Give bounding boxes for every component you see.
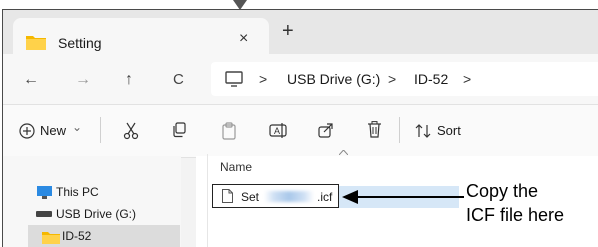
sort-ascending-icon xyxy=(339,150,348,155)
breadcrumb-separator: > xyxy=(463,71,472,87)
close-tab-icon[interactable]: × xyxy=(239,30,248,48)
svg-text:A: A xyxy=(274,126,280,136)
plus-circle-icon xyxy=(19,123,35,139)
up-button[interactable]: ↑ xyxy=(125,71,133,89)
copy-icon[interactable] xyxy=(171,122,187,138)
rename-icon[interactable]: A xyxy=(269,122,287,138)
back-button[interactable]: ← xyxy=(23,71,39,89)
folder-icon xyxy=(26,36,46,50)
sidebar-item-id-52[interactable]: ID-52 xyxy=(62,229,91,243)
chevron-down-icon: ⌄ xyxy=(72,120,83,134)
cut-icon[interactable] xyxy=(123,122,139,140)
sort-label: Sort xyxy=(437,123,461,138)
annotation-line-1: Copy the xyxy=(466,181,539,201)
toolbar-divider xyxy=(399,117,400,143)
share-icon[interactable] xyxy=(318,122,334,138)
command-toolbar: New ⌄ A Sort xyxy=(3,104,598,158)
monitor-icon xyxy=(37,186,52,199)
column-divider xyxy=(207,154,208,247)
monitor-icon xyxy=(225,71,243,87)
file-name-extension: .icf xyxy=(317,190,333,204)
navigation-bar: ← → ↑ C > USB Drive (G:) > ID-52 > xyxy=(3,54,598,104)
sidebar-item-this-pc[interactable]: This PC xyxy=(56,185,99,199)
file-item-icf[interactable]: Set .icf xyxy=(212,184,339,208)
address-bar[interactable]: > USB Drive (G:) > ID-52 > xyxy=(211,62,598,96)
new-label: New xyxy=(40,123,67,138)
column-header-name[interactable]: Name xyxy=(220,160,252,174)
paste-icon[interactable] xyxy=(221,122,237,140)
new-tab-button[interactable]: + xyxy=(282,20,294,43)
breadcrumb-usb-drive[interactable]: USB Drive (G:) xyxy=(287,71,380,87)
breadcrumb-separator: > xyxy=(388,71,397,87)
tab-setting[interactable]: Setting × xyxy=(13,18,269,54)
forward-button[interactable]: → xyxy=(75,71,91,89)
tab-title: Setting xyxy=(58,35,102,51)
sort-icon xyxy=(415,124,431,138)
blurred-filename xyxy=(264,191,314,202)
folder-icon xyxy=(42,232,60,244)
annotation-arrow xyxy=(342,190,464,204)
drive-icon xyxy=(36,211,52,217)
annotation-text: Copy the ICF file here xyxy=(466,179,564,227)
breadcrumb-separator: > xyxy=(259,71,268,87)
sidebar-item-usb-drive[interactable]: USB Drive (G:) xyxy=(56,207,136,221)
breadcrumb-id-52[interactable]: ID-52 xyxy=(414,71,448,87)
annotation-line-2: ICF file here xyxy=(466,205,565,225)
document-icon xyxy=(222,189,233,203)
refresh-button[interactable]: C xyxy=(173,71,184,88)
file-name-prefix: Set xyxy=(241,190,260,204)
delete-icon[interactable] xyxy=(367,121,382,138)
toolbar-divider xyxy=(100,117,101,143)
title-bar: Setting × + xyxy=(3,10,598,54)
